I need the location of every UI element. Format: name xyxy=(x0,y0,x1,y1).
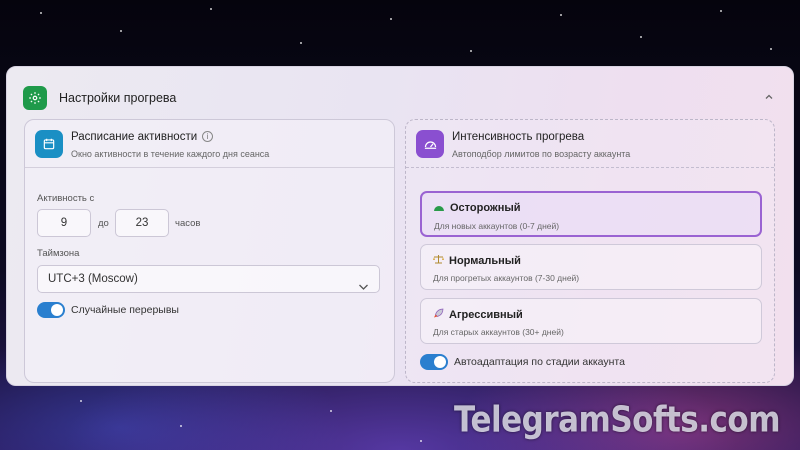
to-label: до xyxy=(98,218,109,229)
panel-title: Настройки прогрева xyxy=(59,91,177,105)
panel-header[interactable]: Настройки прогрева xyxy=(23,81,777,115)
option-title: Нормальный xyxy=(449,254,521,267)
timezone-label: Таймзона xyxy=(37,248,80,259)
timezone-select[interactable]: UTC+3 (Moscow) xyxy=(37,265,380,293)
option-cautious[interactable]: Осторожный Для новых аккаунтов (0-7 дней… xyxy=(420,191,762,237)
option-title: Осторожный xyxy=(450,202,521,214)
auto-adapt-label: Автоадаптация по стадии аккаунта xyxy=(454,356,625,368)
chevron-down-icon xyxy=(358,275,369,301)
auto-adapt-toggle[interactable] xyxy=(420,354,448,370)
option-normal[interactable]: Нормальный Для прогретых аккаунтов (7-30… xyxy=(420,244,762,290)
option-title: Агрессивный xyxy=(449,309,523,321)
random-breaks-toggle[interactable] xyxy=(37,302,65,318)
green-half-circle-icon xyxy=(434,203,444,214)
option-subtitle: Для старых аккаунтов (30+ дней) xyxy=(433,327,564,337)
chevron-up-icon[interactable] xyxy=(761,89,777,105)
calendar-icon xyxy=(35,130,63,158)
option-subtitle: Для прогретых аккаунтов (7-30 дней) xyxy=(433,273,580,283)
rocket-icon xyxy=(433,308,444,322)
activity-label: Активность с xyxy=(37,193,95,204)
schedule-subtitle: Окно активности в течение каждого дня се… xyxy=(71,149,270,159)
intensity-card-header: Интенсивность прогрева Автоподбор лимито… xyxy=(406,120,774,168)
schedule-card-header: Расписание активности i Окно активности в… xyxy=(25,120,394,168)
schedule-title: Расписание активности i xyxy=(71,131,214,143)
watermark-logo: TelegramSofts.com xyxy=(453,399,781,441)
balance-scale-icon xyxy=(433,254,444,267)
info-icon[interactable]: i xyxy=(202,131,214,142)
option-subtitle: Для новых аккаунтов (0-7 дней) xyxy=(434,221,560,231)
intensity-subtitle: Автоподбор лимитов по возрасту аккаунта xyxy=(452,149,631,159)
intensity-card: Интенсивность прогрева Автоподбор лимито… xyxy=(405,119,775,383)
option-aggressive[interactable]: Агрессивный Для старых аккаунтов (30+ дн… xyxy=(420,298,762,344)
warmup-settings-panel: Настройки прогрева Расписание активности… xyxy=(6,66,794,386)
timezone-value: UTC+3 (Moscow) xyxy=(48,273,138,285)
activity-to-input[interactable]: 23 xyxy=(115,209,169,237)
intensity-title: Интенсивность прогрева xyxy=(452,131,585,143)
gear-icon xyxy=(23,86,47,110)
activity-from-input[interactable]: 9 xyxy=(37,209,91,237)
speedometer-icon xyxy=(416,130,444,158)
hours-label: часов xyxy=(175,218,201,229)
schedule-card: Расписание активности i Окно активности в… xyxy=(24,119,395,383)
random-breaks-label: Случайные перерывы xyxy=(71,304,179,316)
